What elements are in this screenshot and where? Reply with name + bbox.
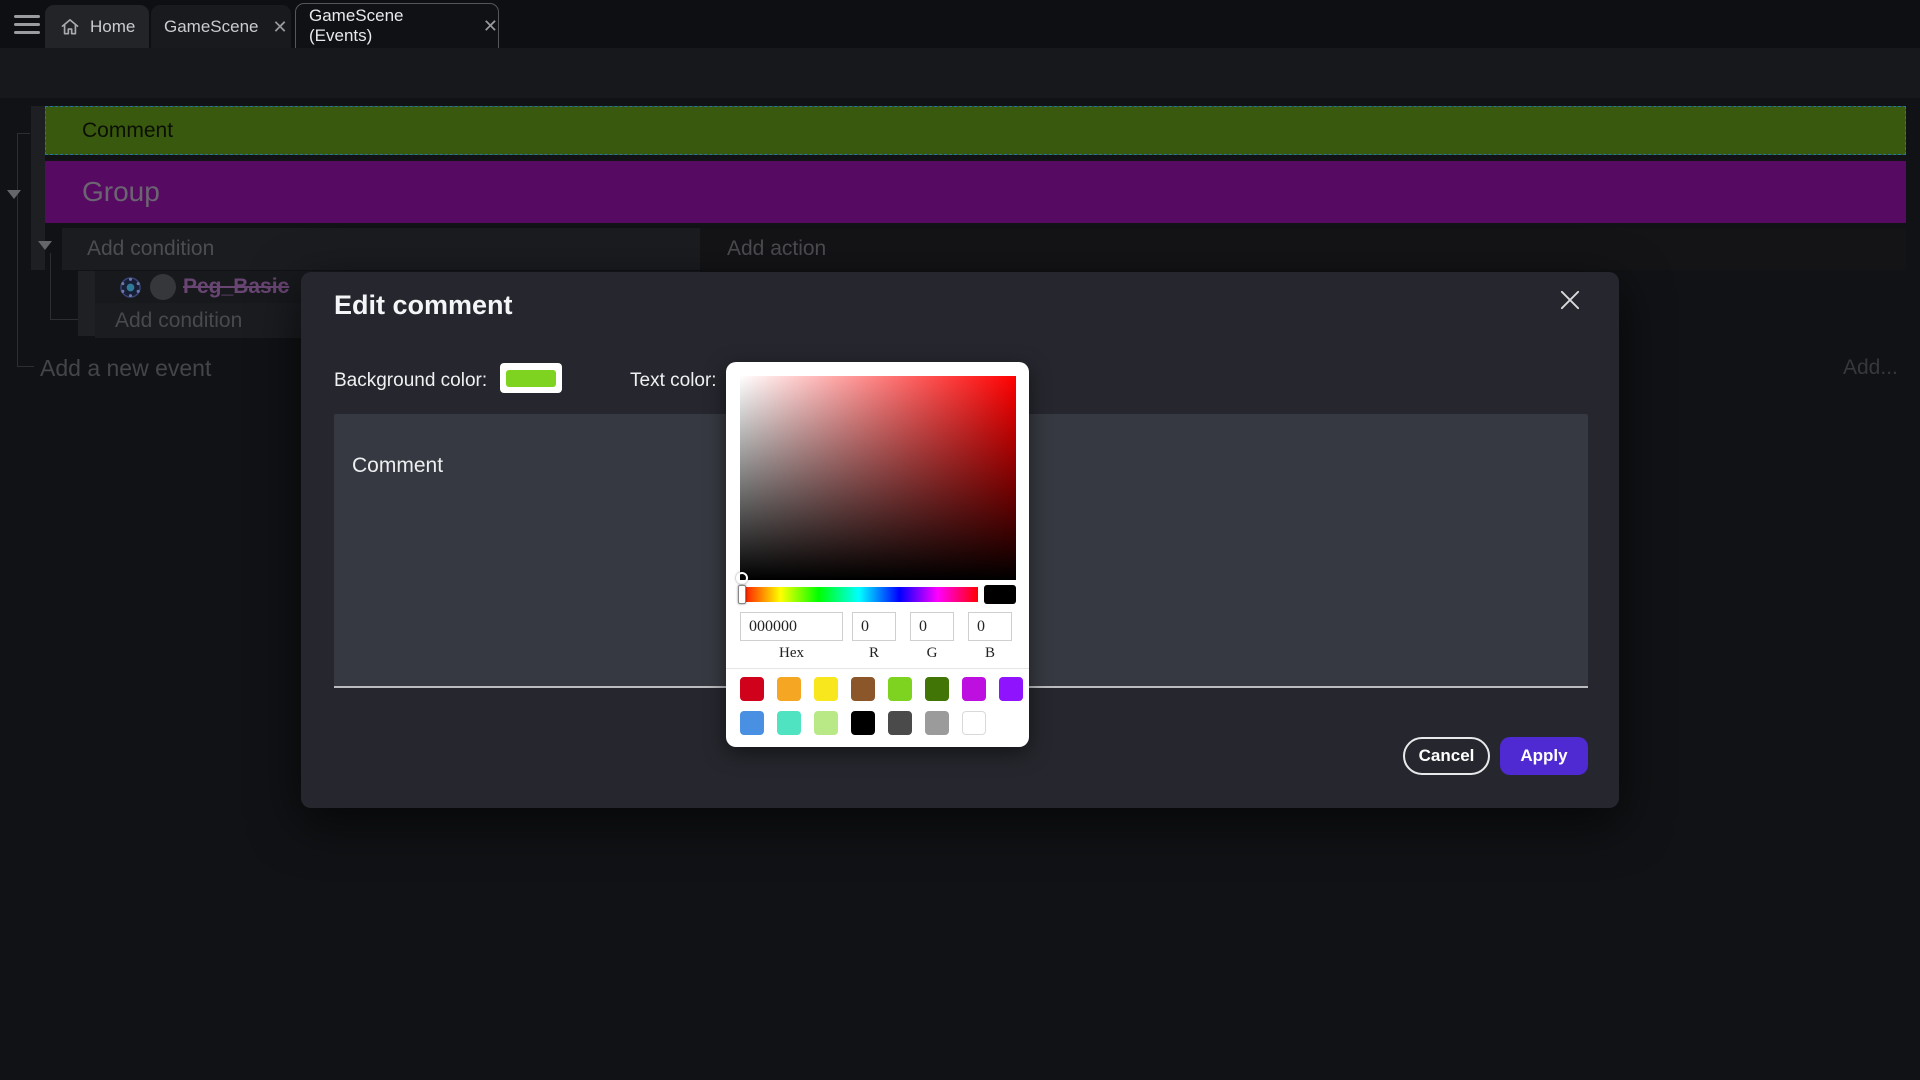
preset-color-d0021b[interactable] xyxy=(740,677,764,701)
preset-color-417505[interactable] xyxy=(925,677,949,701)
home-icon xyxy=(60,17,80,37)
hue-slider[interactable] xyxy=(740,587,978,602)
cancel-button[interactable]: Cancel xyxy=(1403,737,1490,775)
tab-home[interactable]: Home xyxy=(45,5,149,48)
preset-color-50e3c2[interactable] xyxy=(777,711,801,735)
tab-gamescene-events-close-icon[interactable]: ✕ xyxy=(483,17,498,35)
dialog-title: Edit comment xyxy=(334,290,513,321)
green-input[interactable] xyxy=(910,612,954,641)
color-picker-popup: Hex R G B xyxy=(726,362,1029,747)
hex-field: Hex xyxy=(740,612,843,662)
preset-color-ffffff[interactable] xyxy=(962,711,986,735)
blue-field: B xyxy=(968,612,1012,662)
preset-color-4a90e2[interactable] xyxy=(740,711,764,735)
red-field: R xyxy=(852,612,896,662)
tab-gamescene[interactable]: GameScene ✕ xyxy=(151,5,291,48)
saturation-cursor[interactable] xyxy=(736,572,748,584)
gdevelop-app-window: Home GameScene ✕ GameScene (Events) ✕ Pr… xyxy=(0,0,1920,1080)
preset-color-f8e71c[interactable] xyxy=(814,677,838,701)
saturation-gradient-area[interactable] xyxy=(740,376,1016,580)
blue-field-label: B xyxy=(968,645,1012,662)
comment-text-value: Comment xyxy=(352,454,443,477)
preset-colors-row-2 xyxy=(740,711,986,735)
tab-gamescene-close-icon[interactable]: ✕ xyxy=(273,18,288,36)
tab-home-label: Home xyxy=(90,17,135,37)
hue-slider-handle[interactable] xyxy=(738,585,746,604)
preset-color-7ed321[interactable] xyxy=(888,677,912,701)
hex-field-label: Hex xyxy=(740,645,843,662)
main-menu-icon[interactable] xyxy=(14,15,40,34)
events-toolbar: Preview Publish xyxy=(0,48,1920,98)
hex-input[interactable] xyxy=(740,612,843,641)
preset-color-f5a623[interactable] xyxy=(777,677,801,701)
preset-colors-row-1 xyxy=(740,677,1023,701)
preset-color-bd10e0[interactable] xyxy=(962,677,986,701)
preset-color-9b9b9b[interactable] xyxy=(925,711,949,735)
dialog-close-icon[interactable] xyxy=(1556,286,1584,314)
current-color-preview xyxy=(984,585,1016,604)
preset-color-4a4a4a[interactable] xyxy=(888,711,912,735)
text-color-label: Text color: xyxy=(630,370,717,392)
apply-button[interactable]: Apply xyxy=(1500,737,1588,775)
tab-gamescene-label: GameScene xyxy=(164,17,259,37)
background-color-swatch-button[interactable] xyxy=(500,363,562,393)
preset-color-8b572a[interactable] xyxy=(851,677,875,701)
blue-input[interactable] xyxy=(968,612,1012,641)
background-color-label: Background color: xyxy=(334,370,487,392)
preset-color-000000[interactable] xyxy=(851,711,875,735)
preset-color-b8e986[interactable] xyxy=(814,711,838,735)
green-field: G xyxy=(910,612,954,662)
preset-color-9013fe[interactable] xyxy=(999,677,1023,701)
red-field-label: R xyxy=(852,645,896,662)
tab-gamescene-events[interactable]: GameScene (Events) ✕ xyxy=(295,3,499,49)
tab-bar: Home GameScene ✕ GameScene (Events) ✕ xyxy=(0,0,1920,48)
green-field-label: G xyxy=(910,645,954,662)
tab-gamescene-events-label: GameScene (Events) xyxy=(309,6,469,46)
red-input[interactable] xyxy=(852,612,896,641)
